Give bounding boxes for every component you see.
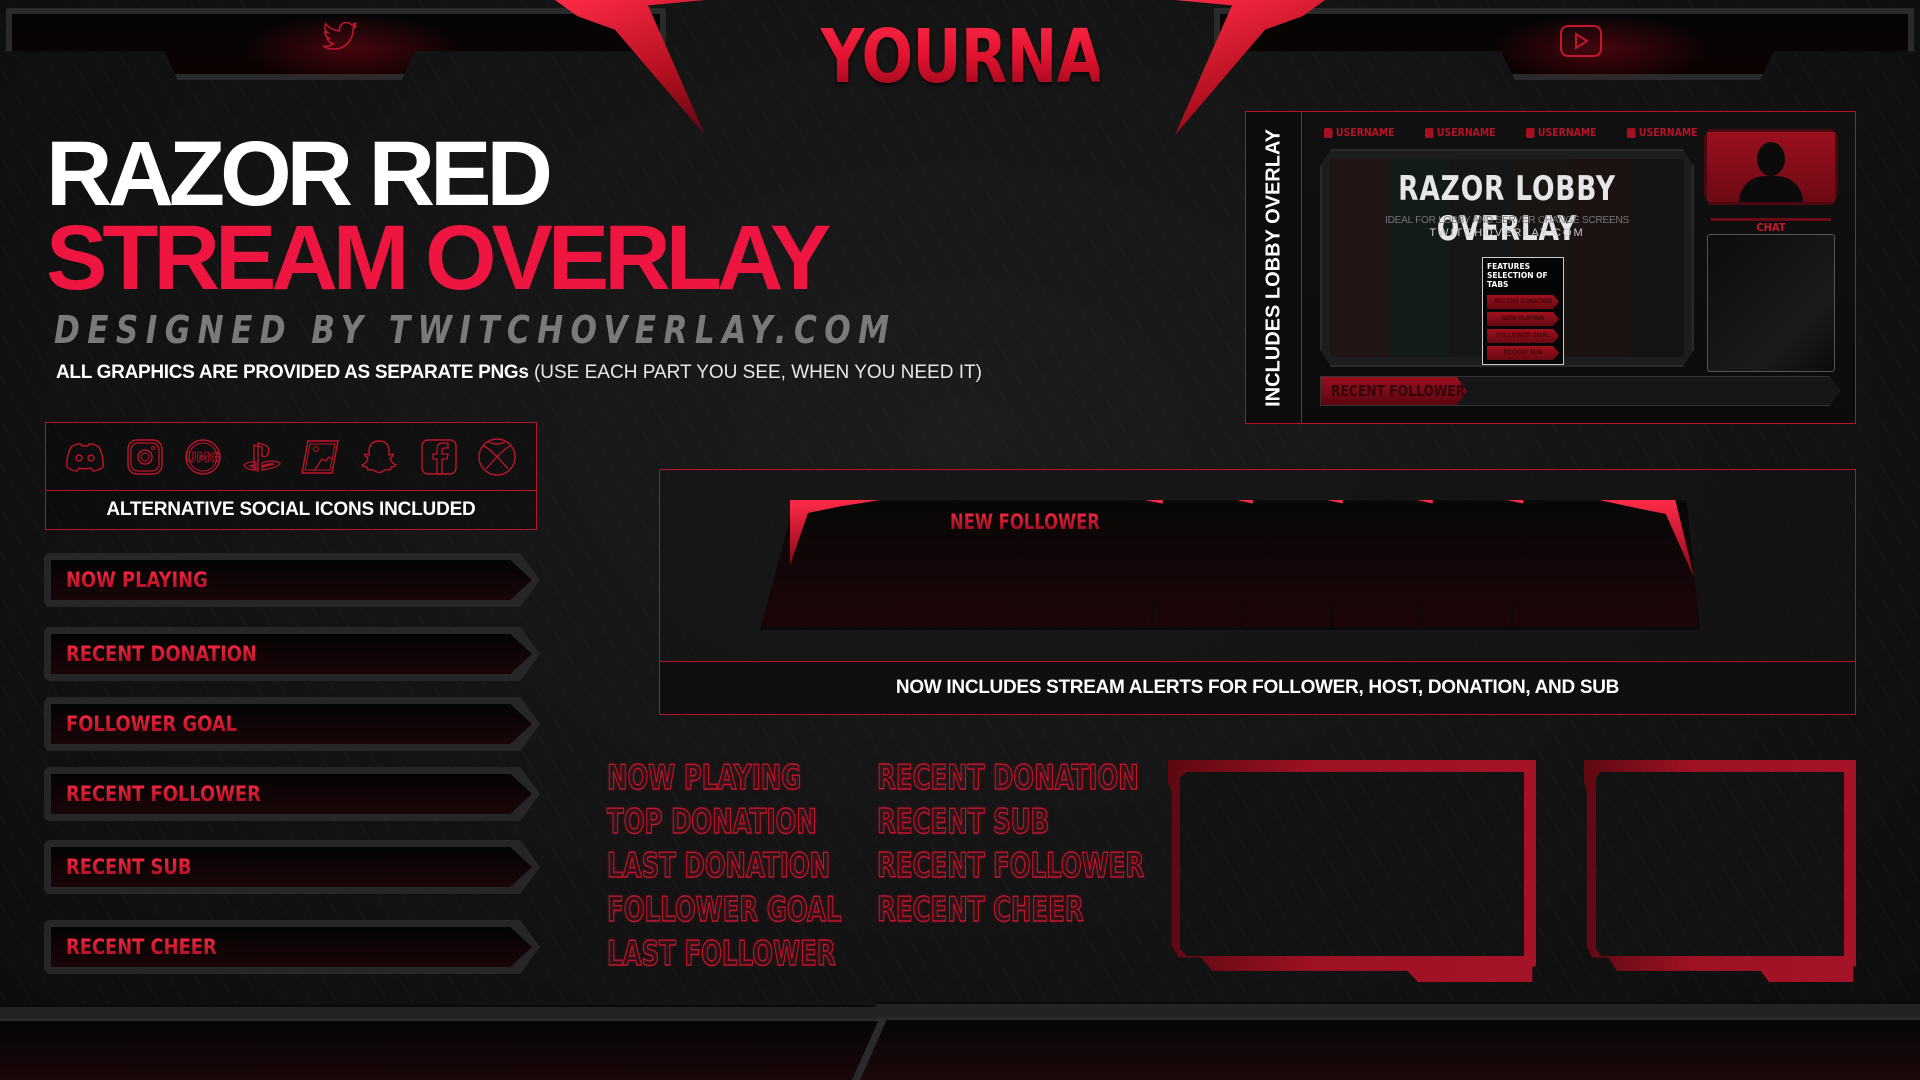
outline-label: RECENT DONATION — [876, 757, 1139, 798]
designed-by-text: DESIGNED BY TWITCHOVERLAY.COM — [54, 308, 897, 352]
lobby-tabs-callout: FEATURES SELECTION OF TABS RECENT DONATI… — [1482, 257, 1564, 365]
avatar-silhouette-body — [1739, 176, 1803, 202]
webcam-frame-inner — [1180, 772, 1524, 956]
lobby-webcam-frame — [1704, 129, 1838, 205]
youtube-icon — [1559, 24, 1603, 62]
callout-title: FEATURES SELECTION OF TABS — [1487, 262, 1548, 289]
alternative-social-icons-box: UMG ALTERNATIVE SOCIAL ICONS INCLUDED — [45, 422, 537, 530]
twitter-icon — [1324, 127, 1333, 138]
tab-bar-recent-sub: RECENT SUB — [44, 840, 540, 894]
playstation-icon — [240, 437, 284, 477]
social-icons-row: UMG — [46, 423, 536, 491]
bottom-bar-left-panel — [0, 1021, 880, 1080]
instagram-icon — [1425, 127, 1434, 138]
bottom-bar — [0, 1002, 1920, 1080]
lobby-recent-follower-tag: RECENT FOLLOWER — [1321, 377, 1467, 405]
lobby-overlay-preview: INCLUDES LOBBY OVERLAY USERNAME USERNAME… — [1245, 111, 1856, 424]
instagram-icon — [122, 437, 166, 477]
tab-bar-label: NOW PLAYING — [66, 568, 208, 592]
outline-label: RECENT FOLLOWER — [876, 845, 1145, 886]
webcam-frame-inner — [1596, 772, 1844, 956]
tab-bar-label: RECENT SUB — [66, 855, 192, 879]
lobby-social-item: USERNAME — [1324, 126, 1395, 139]
alert-new-follower-label: NEW FOLLOWER — [950, 510, 1100, 534]
snapchat-icon — [357, 437, 401, 477]
social-icons-caption: ALTERNATIVE SOCIAL ICONS INCLUDED — [106, 499, 476, 520]
channel-name: YOURNAME — [820, 14, 1204, 100]
xbox-icon — [475, 437, 519, 477]
lobby-social-username: USERNAME — [1537, 126, 1597, 139]
tab-bar-recent-donation: RECENT DONATION — [44, 627, 540, 681]
stream-alerts-preview: NEW FOLLOWER NOW INCLUDES STREAM ALERTS … — [659, 469, 1856, 715]
lobby-side-label: INCLUDES LOBBY OVERLAY — [1262, 128, 1284, 407]
alerts-caption: NOW INCLUDES STREAM ALERTS FOR FOLLOWER,… — [660, 662, 1855, 714]
title-stream-overlay: STREAM OVERLAY — [46, 207, 831, 309]
lobby-social-username: USERNAME — [1335, 126, 1395, 139]
tab-bar-recent-cheer: RECENT CHEER — [44, 920, 540, 974]
lobby-chat-label: CHAT — [1710, 218, 1832, 234]
callout-tab: RECENT SUB — [1487, 346, 1559, 360]
lobby-subtitle: IDEAL FOR LOBBY AND SERVER CHANGE SCREEN… — [1385, 215, 1629, 226]
tab-bar-label: RECENT DONATION — [66, 642, 257, 666]
facebook-icon — [416, 437, 460, 477]
alert-frame — [1510, 500, 1700, 630]
outline-label: FOLLOWER GOAL — [606, 889, 842, 930]
callout-tab: FOLLOWER GOAL — [1487, 329, 1559, 343]
tab-bar-label: RECENT CHEER — [66, 935, 217, 959]
discord-icon — [63, 437, 107, 477]
lobby-social-item: USERNAME — [1627, 126, 1698, 139]
outline-label: RECENT CHEER — [876, 889, 1084, 930]
callout-tab: NOW PLAYING — [1487, 312, 1559, 326]
lobby-social-item: USERNAME — [1526, 126, 1597, 139]
youtube-icon — [1526, 127, 1535, 138]
alerts-stage: NEW FOLLOWER — [660, 470, 1855, 662]
bottom-bar-left-rail — [0, 1005, 880, 1021]
bottom-bar-right-panel — [856, 1020, 1920, 1080]
lobby-url: TWITCHOVERLAY.COM — [1429, 227, 1585, 239]
tab-bar-follower-goal: FOLLOWER GOAL — [44, 697, 540, 751]
lobby-social-list: USERNAME USERNAME USERNAME USERNAME — [1324, 126, 1710, 139]
tab-bar-now-playing: NOW PLAYING — [44, 553, 540, 607]
esea-icon — [298, 437, 342, 477]
lobby-social-username: USERNAME — [1436, 126, 1496, 139]
lobby-side-panel: INCLUDES LOBBY OVERLAY — [1246, 112, 1302, 423]
tab-bar-label: FOLLOWER GOAL — [66, 712, 238, 736]
bottom-bar-right-rail — [876, 1002, 1920, 1020]
outline-label: TOP DONATION — [606, 801, 817, 842]
outline-label: LAST DONATION — [606, 845, 831, 886]
outline-label: NOW PLAYING — [606, 757, 802, 798]
lobby-social-item: USERNAME — [1425, 126, 1496, 139]
webcam-frame-large — [1168, 760, 1536, 982]
umg-icon: UMG — [181, 437, 225, 477]
tab-bar-recent-follower: RECENT FOLLOWER — [44, 767, 540, 821]
lobby-chat-box — [1707, 234, 1835, 372]
lobby-social-username: USERNAME — [1638, 126, 1698, 139]
graphics-note-bold: ALL GRAPHICS ARE PROVIDED AS SEPARATE PN… — [56, 362, 529, 383]
tab-bar-label: RECENT FOLLOWER — [66, 782, 261, 806]
outline-label: LAST FOLLOWER — [606, 933, 836, 974]
graphics-note: ALL GRAPHICS ARE PROVIDED AS SEPARATE PN… — [56, 362, 982, 384]
lobby-main: USERNAME USERNAME USERNAME USERNAME RAZO… — [1304, 112, 1855, 423]
outline-label: RECENT SUB — [876, 801, 1050, 842]
svg-text:UMG: UMG — [186, 451, 220, 466]
twitter-icon — [322, 21, 358, 56]
webcam-frame-small — [1584, 760, 1856, 982]
avatar-silhouette-head — [1757, 142, 1785, 176]
graphics-note-light: (USE EACH PART YOU SEE, WHEN YOU NEED IT… — [528, 362, 982, 383]
callout-tab: RECENT DONATION — [1487, 295, 1559, 309]
lobby-recent-follower-label: RECENT FOLLOWER — [1331, 382, 1466, 400]
lobby-recent-follower-bar: RECENT FOLLOWER — [1320, 376, 1840, 406]
facebook-icon — [1627, 127, 1636, 138]
